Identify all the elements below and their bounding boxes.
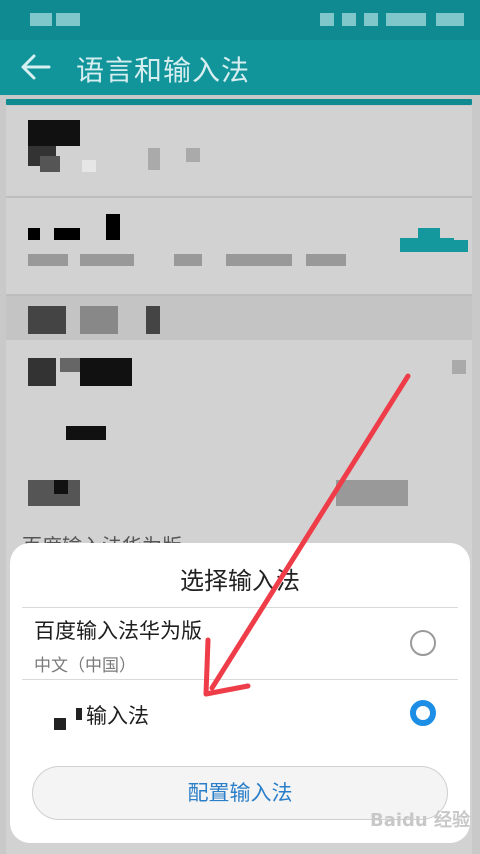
radio-unselected[interactable] [410,630,436,656]
status-icon [56,13,80,26]
option-default-ime[interactable]: 输入法 [10,680,470,744]
obscured-text [146,306,160,334]
obscured-text [60,358,80,372]
obscured-text [174,254,202,266]
status-icon [320,13,334,26]
obscured-text [28,306,66,334]
obscured-text [148,148,160,170]
section-header-background [6,296,472,340]
battery-icon [386,13,426,26]
obscured-text [66,426,106,440]
obscured-text [28,358,56,386]
watermark: Baidu 经验 [370,810,471,831]
obscured-text [106,214,120,240]
obscured-text [40,156,60,172]
obscured-text [82,160,96,172]
obscured-text [452,360,466,374]
obscured-toggle-icon [400,238,454,252]
obscured-text [54,480,68,494]
obscured-ime-name [54,718,66,730]
status-bar [0,0,480,40]
obscured-ime-name [76,708,82,720]
obscured-text [306,254,346,266]
obscured-text [226,254,292,266]
option-label: 输入法 [86,704,149,728]
obscured-toggle-icon [418,228,440,240]
option-label: 百度输入法华为版 [34,619,202,643]
obscured-toggle-icon [454,240,468,252]
obscured-text [80,254,134,266]
obscured-text [28,228,40,240]
obscured-text [336,480,408,506]
obscured-text [28,254,68,266]
header-accent-bar [6,99,472,105]
toolbar: 语言和输入法 [0,40,480,95]
obscured-text [54,228,80,240]
input-method-dialog: 选择输入法 百度输入法华为版 中文（中国） 输入法 配置输入法 [10,543,470,843]
dialog-title: 选择输入法 [180,567,300,595]
divider [6,196,472,198]
page-title: 语言和输入法 [76,54,251,87]
status-icon [364,13,378,26]
radio-selected[interactable] [410,700,436,726]
obscured-text [80,358,132,386]
obscured-text [28,120,80,146]
option-baidu[interactable]: 百度输入法华为版 中文（中国） [10,607,470,679]
obscured-text [80,306,118,334]
obscured-text [186,148,200,162]
option-sublabel: 中文（中国） [34,656,136,676]
clock [436,13,464,26]
status-icon [30,13,52,26]
back-arrow-icon[interactable] [20,52,52,82]
status-icon [342,13,356,26]
